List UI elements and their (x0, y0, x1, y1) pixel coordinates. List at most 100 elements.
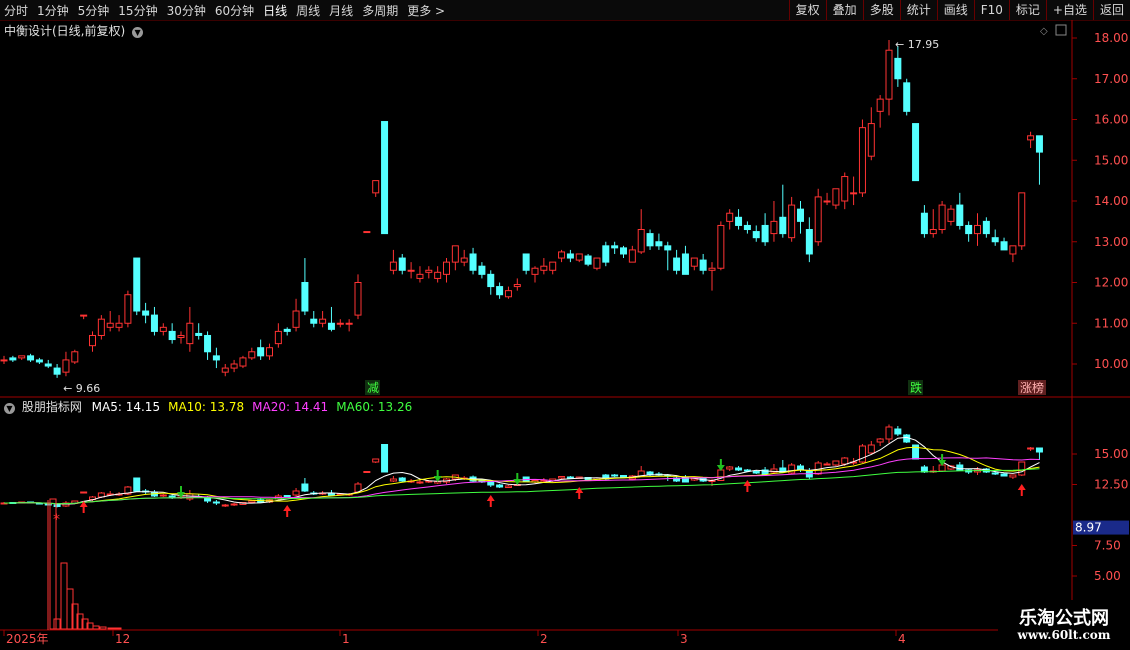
candle-body (221, 367, 229, 373)
candle-body (53, 367, 61, 375)
candle-body (283, 328, 291, 332)
sub-candle-body (620, 475, 627, 478)
candle-body (655, 241, 663, 247)
logo-url: www.60lt.com (1017, 628, 1111, 642)
period-tab[interactable]: 日线 (263, 4, 287, 18)
candle-body (929, 229, 937, 235)
period-tab[interactable]: 1分钟 (37, 4, 69, 18)
action-button[interactable]: 画线 (936, 0, 974, 20)
sell-arrow-icon (716, 459, 725, 471)
candle-body (991, 237, 999, 243)
candle-body (345, 322, 353, 325)
star-mark-icon: * (53, 512, 60, 528)
action-button[interactable]: F10 (973, 0, 1009, 20)
candle-body (89, 334, 96, 347)
candle-body (832, 188, 840, 206)
period-tab[interactable]: 月线 (329, 4, 353, 18)
volume-bar (92, 625, 100, 630)
candle-body (920, 212, 928, 235)
candle-body (823, 200, 831, 203)
period-tab[interactable]: 15分钟 (118, 4, 157, 18)
volume-bar (107, 627, 115, 630)
action-button[interactable]: 多股 (862, 0, 900, 20)
candle-body (1000, 241, 1008, 251)
sub-tick-label: 12.50 (1094, 478, 1128, 492)
candle-body (239, 357, 247, 367)
candle-body (788, 204, 796, 239)
candle-body (673, 257, 681, 271)
candle-body (381, 121, 389, 235)
candle-body (814, 196, 822, 243)
period-tab[interactable]: 30分钟 (167, 4, 206, 18)
sub-candle-body (416, 481, 424, 484)
sub-candle-body (1035, 447, 1043, 453)
ma20-line (4, 457, 1040, 505)
period-tab[interactable]: 分时 (4, 4, 28, 18)
period-tab[interactable]: 5分钟 (78, 4, 110, 18)
candle-body (62, 359, 70, 373)
action-button[interactable]: 返回 (1092, 0, 1130, 20)
candle-body (425, 269, 433, 273)
candle-body (177, 334, 185, 339)
candle-body (451, 245, 459, 263)
kline-chart[interactable]: 18.0017.0016.0015.0014.0013.0012.0011.00… (0, 20, 1130, 650)
candle-body (513, 284, 521, 288)
candle-body (230, 363, 238, 369)
date-tick-label: 1 (342, 632, 350, 646)
sell-arrow-icon (433, 470, 442, 482)
price-tick-label: 10.00 (1094, 357, 1128, 371)
date-tick-label: 3 (680, 632, 688, 646)
candle-body (1018, 192, 1026, 247)
candle-body (850, 192, 858, 195)
sub-candle-body (53, 504, 61, 507)
action-button[interactable]: 标记 (1008, 0, 1046, 20)
action-button[interactable]: 统计 (899, 0, 937, 20)
candle-body (416, 273, 424, 279)
action-button[interactable]: +自选 (1045, 0, 1093, 20)
price-tick-label: 16.00 (1094, 113, 1128, 127)
candle-body (699, 259, 707, 271)
candle-body (956, 204, 964, 226)
volume-bar (99, 626, 107, 630)
period-tab[interactable]: 多周期 (362, 4, 398, 18)
candle-body (965, 224, 973, 235)
marker-die: 跌 (910, 380, 922, 395)
candle-body (292, 310, 300, 328)
candle-body (389, 261, 397, 271)
logo-title: 乐淘公式网 (1019, 608, 1109, 629)
candle-body (726, 212, 734, 222)
sub-candle-body (133, 477, 141, 492)
candle-body (947, 208, 955, 222)
candle-body (478, 265, 486, 275)
candle-body (637, 229, 645, 253)
candle-body (867, 123, 875, 157)
date-tick-label: 12 (115, 632, 130, 646)
action-button[interactable]: 叠加 (825, 0, 863, 20)
sub-candle-body (212, 501, 220, 504)
ma60-line (4, 468, 1040, 505)
candle-body (434, 271, 442, 279)
candle-body (372, 180, 380, 194)
candle-body (549, 261, 557, 271)
diamond-icon: ◇ (1040, 26, 1048, 37)
candle-body (106, 322, 114, 328)
sub-candle-body (496, 484, 504, 488)
sub-candle-body (566, 476, 574, 479)
sub-tick-label: 5.00 (1094, 569, 1121, 583)
candle-body (770, 220, 778, 235)
period-tab[interactable]: 60分钟 (215, 4, 254, 18)
candle-body (71, 351, 79, 363)
period-tab[interactable]: 周线 (296, 4, 320, 18)
candle-body (885, 49, 893, 100)
price-tick-label: 15.00 (1094, 153, 1128, 167)
candle-body (717, 224, 725, 269)
action-button[interactable]: 复权 (788, 0, 826, 20)
period-tab[interactable]: 更多 > (407, 4, 445, 18)
candle-body (894, 57, 902, 80)
candle-body (681, 253, 689, 275)
price-tick-label: 14.00 (1094, 194, 1128, 208)
price-tick-label: 13.00 (1094, 235, 1128, 249)
sub-candle-body (885, 426, 893, 440)
sub-candle-body (858, 445, 866, 463)
candle-body (593, 257, 601, 269)
